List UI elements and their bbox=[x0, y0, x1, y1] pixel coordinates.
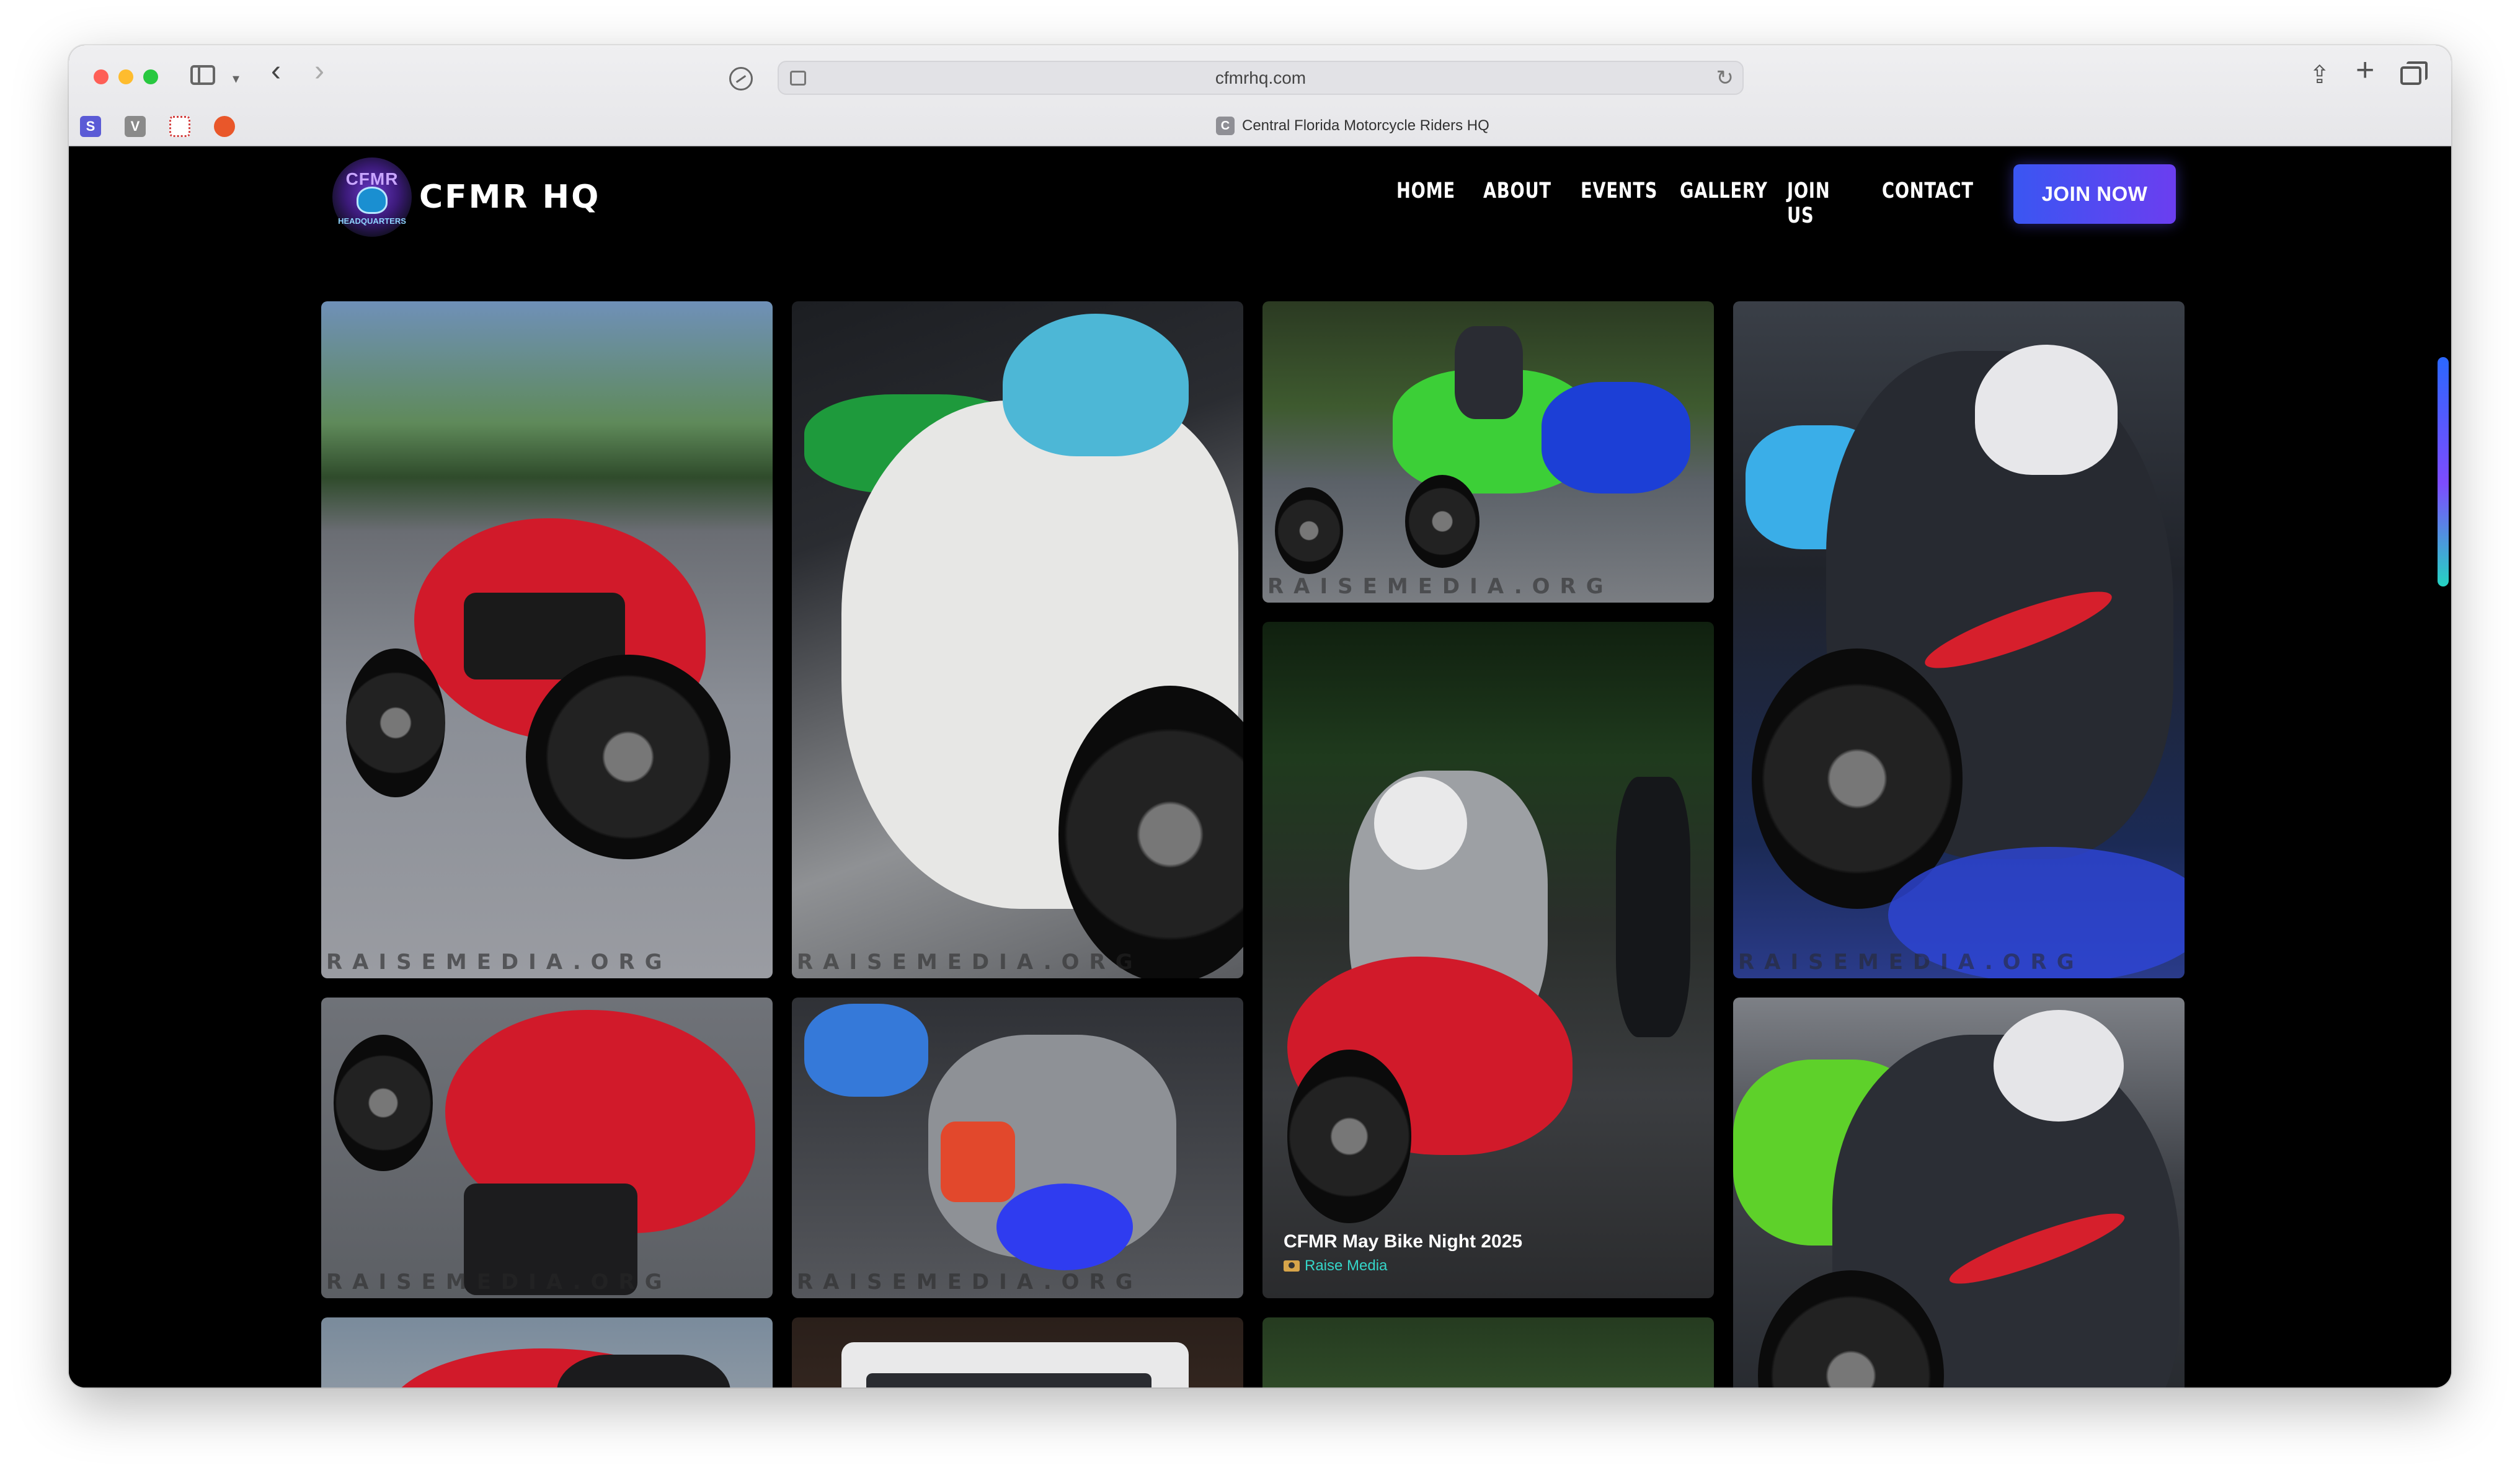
caption-credit[interactable]: Raise Media bbox=[1284, 1257, 1522, 1275]
tab-title: Central Florida Motorcycle Riders HQ bbox=[1242, 117, 1489, 134]
chevron-down-icon[interactable]: ▾ bbox=[233, 66, 239, 91]
photo-watermark: RAISEMEDIA.ORG bbox=[326, 1270, 672, 1294]
helmet-shape bbox=[1003, 314, 1189, 456]
url-text: cfmrhq.com bbox=[1215, 68, 1307, 87]
page-menu-icon[interactable] bbox=[790, 71, 806, 86]
sidebar-toggle-icon[interactable] bbox=[190, 65, 215, 85]
gallery-photo[interactable] bbox=[1262, 1317, 1714, 1387]
blue-bike-shape bbox=[1542, 382, 1690, 493]
rider-helmet-shape bbox=[1374, 777, 1467, 870]
caption-title: CFMR May Bike Night 2025 bbox=[1284, 1231, 1523, 1252]
forward-arrow-icon[interactable]: › bbox=[314, 56, 324, 86]
bystander-shape bbox=[1616, 777, 1690, 1037]
logo-bottom-text: HEADQUARTERS bbox=[338, 216, 406, 226]
front-wheel-shape bbox=[1287, 1050, 1411, 1223]
share-icon[interactable]: ⇪ bbox=[2309, 63, 2330, 87]
window-controls bbox=[94, 69, 158, 84]
photo-watermark: RAISEMEDIA.ORG bbox=[797, 950, 1143, 975]
wheel-shape bbox=[1275, 487, 1343, 574]
jeep-windows-shape bbox=[866, 1373, 1151, 1387]
gallery-photo[interactable]: RAISEMEDIA.ORG bbox=[1262, 301, 1714, 603]
gallery-photo[interactable] bbox=[321, 1317, 773, 1387]
zoom-window-button[interactable] bbox=[143, 69, 158, 84]
tab-overview-icon[interactable] bbox=[2400, 61, 2428, 85]
blue-bike-shape bbox=[804, 1004, 928, 1097]
v-bookmark-icon[interactable]: V bbox=[125, 116, 146, 137]
site-favicon: C bbox=[1216, 117, 1235, 135]
nav-gallery[interactable]: GALLERY bbox=[1680, 179, 1768, 203]
wheel-shape bbox=[334, 1035, 433, 1171]
nav-contact[interactable]: CONTACT bbox=[1882, 179, 1974, 203]
flower-bookmark-icon[interactable] bbox=[169, 116, 190, 137]
gallery-photo[interactable] bbox=[792, 1317, 1243, 1387]
wheel-shape bbox=[1405, 475, 1480, 568]
redbull-helmet-shape bbox=[1975, 345, 2118, 475]
reload-icon[interactable]: ↻ bbox=[1716, 66, 1734, 91]
close-window-button[interactable] bbox=[94, 69, 109, 84]
windscreen-shape bbox=[557, 1355, 730, 1387]
page-viewport: CFMR HEADQUARTERS CFMR HQ HOME ABOUT EVE… bbox=[69, 146, 2451, 1387]
photo-watermark: RAISEMEDIA.ORG bbox=[1267, 574, 1613, 599]
rear-wheel-shape bbox=[346, 648, 445, 797]
browser-window: ▾ ‹ › cfmrhq.com ↻ ⇪ + S V C Central Flo… bbox=[69, 45, 2451, 1387]
privacy-report-icon[interactable] bbox=[729, 67, 753, 91]
site-header: CFMR HEADQUARTERS CFMR HQ HOME ABOUT EVE… bbox=[69, 146, 2451, 252]
featured-gallery-photo[interactable]: CFMR May Bike Night 2025 Raise Media bbox=[1262, 622, 1714, 1298]
nav-about[interactable]: ABOUT bbox=[1483, 179, 1551, 203]
rider-shape bbox=[1455, 326, 1523, 419]
front-wheel-shape bbox=[526, 655, 730, 859]
gallery-photo[interactable]: RAISEMEDIA.ORG bbox=[792, 301, 1243, 978]
gallery-photo[interactable]: RAISEMEDIA.ORG bbox=[792, 998, 1243, 1298]
blue-light-shape bbox=[996, 1184, 1133, 1270]
credit-label: Raise Media bbox=[1305, 1257, 1388, 1274]
photo-watermark: RAISEMEDIA.ORG bbox=[326, 950, 672, 975]
s-bookmark-icon[interactable]: S bbox=[80, 116, 101, 137]
scrollbar-thumb[interactable] bbox=[2438, 357, 2449, 586]
nav-home[interactable]: HOME bbox=[1396, 179, 1455, 203]
skull-helmet-icon bbox=[357, 186, 388, 214]
gallery-photo[interactable]: RAISEMEDIA.ORG bbox=[321, 998, 773, 1298]
photo-caption: CFMR May Bike Night 2025 Raise Media bbox=[1284, 1231, 1522, 1275]
photo-watermark: RAISEMEDIA.ORG bbox=[1738, 950, 2084, 975]
logo-top-text: CFMR bbox=[345, 169, 399, 188]
redbull-helmet-shape bbox=[1994, 1010, 2124, 1122]
photo-watermark: RAISEMEDIA.ORG bbox=[797, 1270, 1143, 1294]
camera-icon bbox=[1284, 1260, 1300, 1272]
red-trim-shape bbox=[941, 1122, 1015, 1202]
gallery-photo[interactable] bbox=[1733, 998, 2185, 1387]
nav-events[interactable]: EVENTS bbox=[1581, 179, 1657, 203]
address-bar[interactable]: cfmrhq.com ↻ bbox=[729, 61, 1744, 95]
join-now-button[interactable]: JOIN NOW bbox=[2013, 164, 2176, 224]
back-arrow-icon[interactable]: ‹ bbox=[271, 56, 281, 86]
site-brand[interactable]: CFMR HQ bbox=[419, 179, 600, 216]
minimize-window-button[interactable] bbox=[118, 69, 133, 84]
gallery-photo[interactable]: RAISEMEDIA.ORG bbox=[1733, 301, 2185, 978]
active-tab[interactable]: C Central Florida Motorcycle Riders HQ bbox=[1216, 117, 1489, 135]
gallery-photo[interactable]: RAISEMEDIA.ORG bbox=[321, 301, 773, 978]
orange-bookmark-icon[interactable] bbox=[214, 116, 235, 137]
nav-join-us[interactable]: JOIN US bbox=[1787, 179, 1830, 228]
browser-toolbar: ▾ ‹ › cfmrhq.com ↻ ⇪ + S V C Central Flo… bbox=[69, 45, 2451, 146]
new-tab-icon[interactable]: + bbox=[2356, 54, 2374, 86]
site-logo[interactable]: CFMR HEADQUARTERS bbox=[332, 157, 412, 237]
